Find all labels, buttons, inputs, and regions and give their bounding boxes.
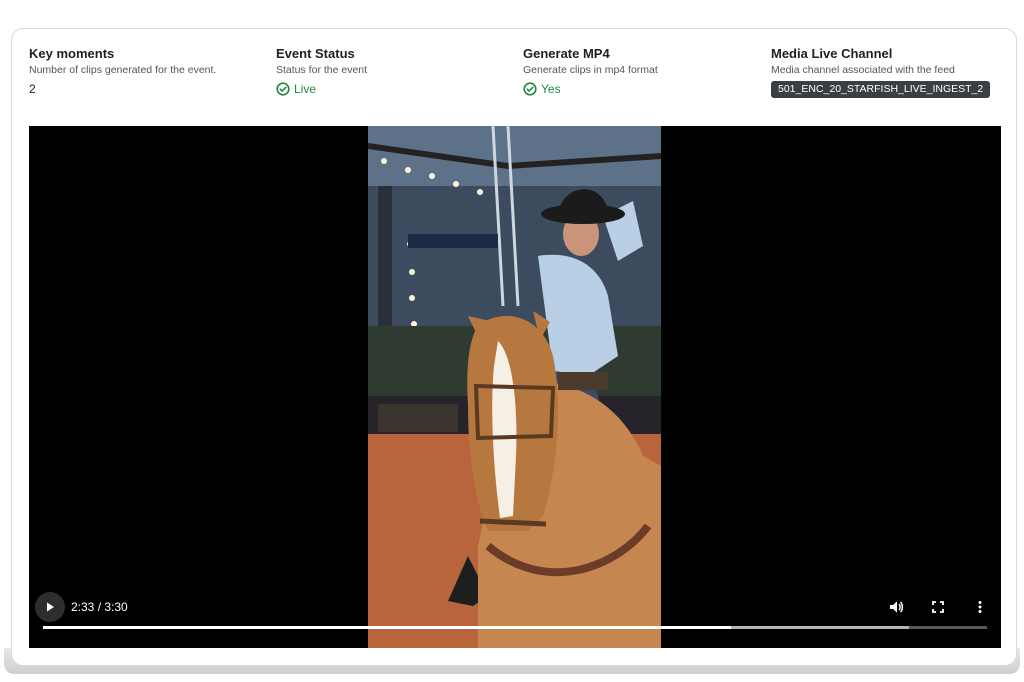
check-circle-icon bbox=[276, 82, 290, 96]
volume-button[interactable] bbox=[886, 597, 906, 617]
key-moments-value: 2 bbox=[29, 82, 36, 96]
more-options-button[interactable] bbox=[970, 597, 990, 617]
key-moments-description: Number of clips generated for the event. bbox=[29, 64, 217, 76]
key-moments-section: Key moments Number of clips generated fo… bbox=[29, 46, 259, 97]
event-status-text: Live bbox=[294, 82, 317, 96]
generate-mp4-value: Yes bbox=[523, 81, 753, 97]
generate-mp4-title: Generate MP4 bbox=[523, 46, 610, 61]
video-controls: 2:33 / 3:30 bbox=[29, 592, 1001, 648]
fullscreen-icon bbox=[931, 600, 945, 614]
played-progress bbox=[43, 626, 732, 629]
media-live-channel-title: Media Live Channel bbox=[771, 46, 893, 61]
event-status-description: Status for the event bbox=[276, 64, 368, 76]
event-status-value: Live bbox=[276, 81, 506, 97]
play-icon bbox=[44, 601, 56, 613]
seek-bar[interactable] bbox=[43, 626, 987, 629]
media-live-channel-description: Media channel associated with the feed bbox=[771, 64, 955, 76]
video-frame bbox=[368, 126, 661, 648]
fullscreen-button[interactable] bbox=[928, 597, 948, 617]
event-status-section: Event Status Status for the event Live bbox=[276, 46, 506, 97]
page: Key moments Number of clips generated fo… bbox=[0, 0, 1024, 682]
media-live-channel-badge: 501_ENC_20_STARFISH_LIVE_INGEST_2 bbox=[771, 81, 991, 98]
check-circle-icon bbox=[523, 82, 537, 96]
generate-mp4-description: Generate clips in mp4 format bbox=[523, 64, 658, 76]
event-status-title: Event Status bbox=[276, 46, 355, 61]
volume-icon bbox=[888, 599, 904, 615]
more-vert-icon bbox=[973, 600, 987, 614]
generate-mp4-text: Yes bbox=[541, 82, 561, 96]
generate-mp4-section: Generate MP4 Generate clips in mp4 forma… bbox=[523, 46, 753, 97]
time-display: 2:33 / 3:30 bbox=[71, 600, 128, 614]
key-moments-title: Key moments bbox=[29, 46, 115, 61]
video-scene-illustration bbox=[368, 126, 661, 648]
media-live-channel-section: Media Live Channel Media channel associa… bbox=[771, 46, 1011, 98]
video-player[interactable]: 2:33 / 3:30 bbox=[29, 126, 1001, 648]
play-button[interactable] bbox=[35, 592, 65, 622]
